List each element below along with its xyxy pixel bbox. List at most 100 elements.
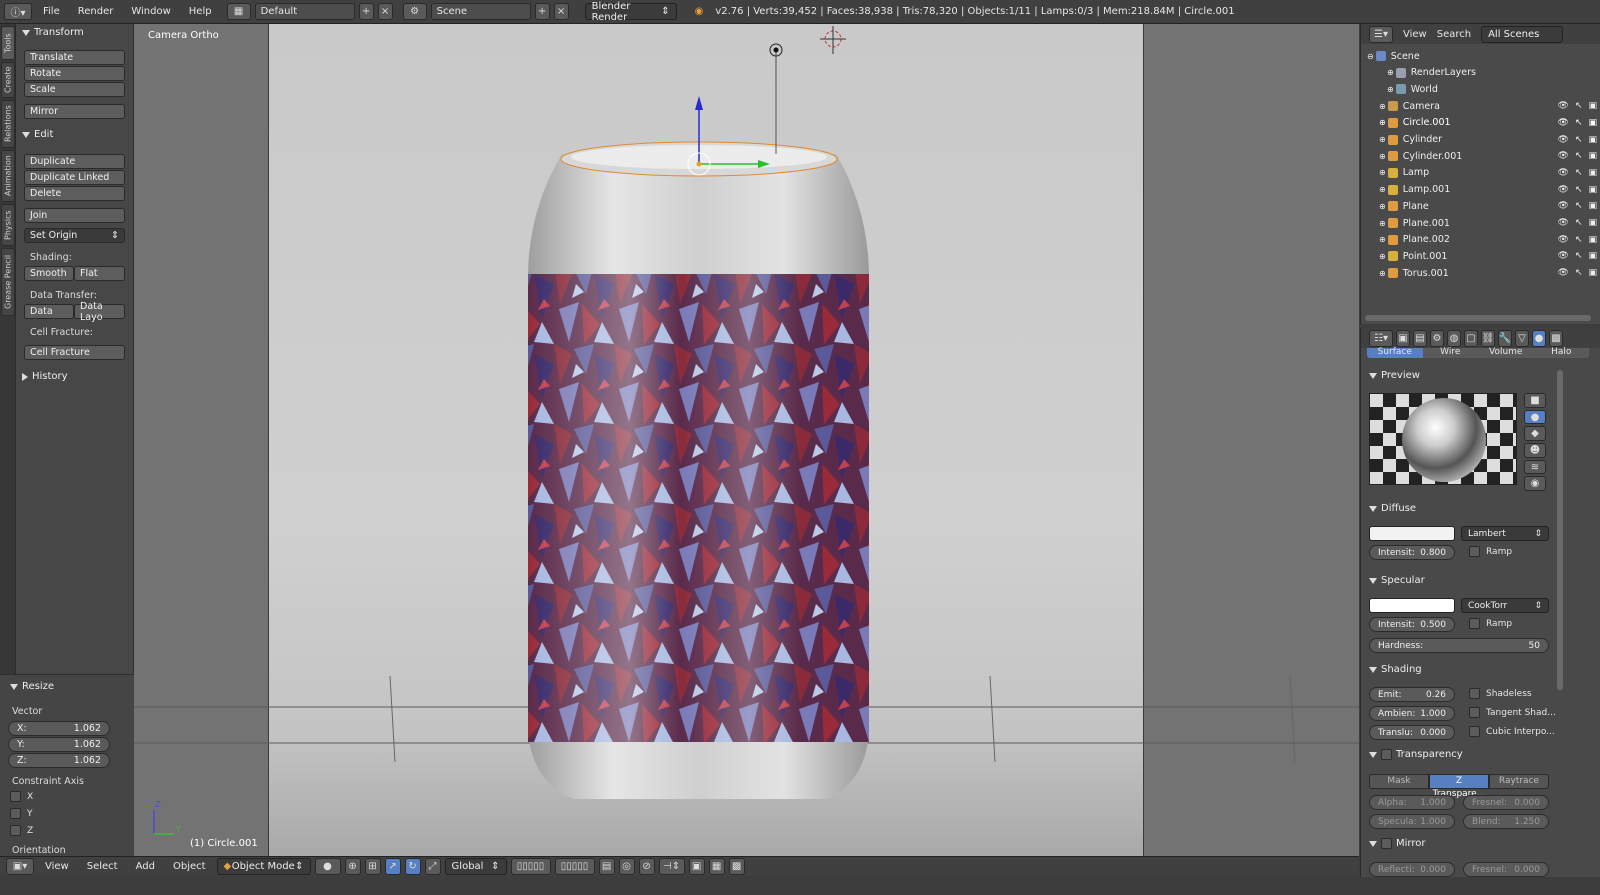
- outliner-item-plane-001[interactable]: ⊕ Plane.001 👁 ↖ ▣: [1361, 215, 1600, 231]
- scale-button[interactable]: Scale: [24, 82, 125, 97]
- 3d-viewport[interactable]: Camera Ortho Z Y (1) Circle.001: [134, 24, 1359, 856]
- data-layout-button[interactable]: Data Layo: [74, 301, 125, 323]
- add-scene-icon[interactable]: +: [534, 3, 550, 20]
- editor-type-button[interactable]: ⓘ▾: [4, 3, 32, 20]
- outliner-item-camera[interactable]: ⊕ Camera 👁 ↖ ▣: [1361, 98, 1600, 114]
- editor-type-button[interactable]: ▣▾: [6, 858, 34, 875]
- snap-element-icon[interactable]: ⊣⇕: [658, 858, 685, 875]
- snap-icon[interactable]: ⊘: [638, 858, 655, 875]
- flat-button[interactable]: Flat: [74, 266, 125, 281]
- expand-toggle-icon[interactable]: ⊕: [1379, 168, 1386, 177]
- selectable-cursor-icon[interactable]: ↖: [1575, 151, 1583, 161]
- render-icon[interactable]: ▣: [688, 858, 705, 875]
- tab-halo[interactable]: Halo: [1533, 348, 1589, 358]
- resize-z-field[interactable]: Z: 1.062: [8, 753, 110, 768]
- translate-button[interactable]: Translate: [24, 50, 125, 65]
- outliner-item-point-001[interactable]: ⊕ Point.001 👁 ↖ ▣: [1361, 248, 1600, 264]
- outliner-search-menu[interactable]: Search: [1437, 29, 1471, 40]
- specular-panel-header[interactable]: Specular: [1369, 575, 1425, 586]
- menu-view[interactable]: View: [38, 861, 76, 872]
- tab-volume[interactable]: Volume: [1478, 348, 1534, 358]
- layout-icon[interactable]: ▦: [226, 3, 251, 20]
- scene-tab-icon[interactable]: ⚙: [1430, 329, 1444, 347]
- selectable-cursor-icon[interactable]: ↖: [1575, 185, 1583, 195]
- cubic-interp-checkbox[interactable]: Cubic Interpo...: [1469, 726, 1555, 737]
- reflectivity-field[interactable]: Reflecti: 0.000: [1369, 862, 1455, 877]
- data-tab-icon[interactable]: ▽: [1515, 329, 1529, 347]
- specular-shader-select[interactable]: CookTorr ⇕: [1461, 598, 1549, 613]
- render-camera-icon[interactable]: ▣: [1588, 201, 1597, 211]
- resize-panel-header[interactable]: Resize: [10, 681, 54, 692]
- selectable-cursor-icon[interactable]: ↖: [1575, 101, 1583, 111]
- expand-toggle-icon[interactable]: ⊕: [1379, 269, 1386, 278]
- tab-tools[interactable]: Tools: [1, 26, 15, 60]
- selectable-cursor-icon[interactable]: ↖: [1575, 118, 1583, 128]
- proportional-edit-icon[interactable]: ◎: [618, 858, 635, 875]
- visibility-eye-icon[interactable]: 👁: [1558, 218, 1569, 228]
- lock-layers-icon[interactable]: ▤: [598, 858, 615, 875]
- outliner-item-plane[interactable]: ⊕ Plane 👁 ↖ ▣: [1361, 198, 1600, 214]
- visibility-eye-icon[interactable]: 👁: [1558, 135, 1569, 145]
- rotate-manipulator-icon[interactable]: ↻: [404, 858, 421, 875]
- manipulator-toggle-icon[interactable]: ⊞: [364, 858, 381, 875]
- specular-color-swatch[interactable]: [1369, 598, 1455, 613]
- layers-tab-icon[interactable]: ▤: [1413, 329, 1427, 347]
- render-camera-icon[interactable]: ▣: [1588, 268, 1597, 278]
- translucency-field[interactable]: Translu: 0.000: [1369, 725, 1455, 740]
- ambient-field[interactable]: Ambien: 1.000: [1369, 706, 1455, 721]
- selectable-cursor-icon[interactable]: ↖: [1575, 201, 1583, 211]
- layers-icon-2[interactable]: ▯▯▯▯▯: [554, 858, 595, 875]
- layers-icon[interactable]: ▯▯▯▯▯: [510, 858, 551, 875]
- expand-toggle-icon[interactable]: ⊕: [1379, 152, 1386, 161]
- preview-monkey-icon[interactable]: ☻: [1524, 443, 1546, 458]
- mirror-checkbox[interactable]: [1381, 838, 1392, 849]
- remove-layout-icon[interactable]: ×: [377, 3, 393, 20]
- object-tab-icon[interactable]: ▢: [1464, 329, 1478, 347]
- render-animation-icon[interactable]: ▦: [708, 858, 725, 875]
- visibility-eye-icon[interactable]: 👁: [1558, 118, 1569, 128]
- expand-toggle-icon[interactable]: ⊕: [1379, 252, 1386, 261]
- selectable-cursor-icon[interactable]: ↖: [1575, 235, 1583, 245]
- mode-select[interactable]: ◆ Object Mode ⇕: [216, 858, 311, 875]
- resize-x-field[interactable]: X: 1.062: [8, 721, 110, 736]
- outliner-item-lamp-001[interactable]: ⊕ Lamp.001 👁 ↖ ▣: [1361, 182, 1600, 198]
- expand-toggle-icon[interactable]: ⊕: [1387, 68, 1394, 77]
- selectable-cursor-icon[interactable]: ↖: [1575, 268, 1583, 278]
- tab-relations[interactable]: Relations: [1, 100, 15, 148]
- texture-tab-icon[interactable]: ▩: [1549, 329, 1563, 347]
- menu-file[interactable]: File: [36, 6, 67, 17]
- menu-object[interactable]: Object: [166, 861, 213, 872]
- mirror-button[interactable]: Mirror: [24, 104, 125, 119]
- diffuse-ramp-checkbox[interactable]: Ramp: [1469, 546, 1512, 557]
- mask-option[interactable]: Mask: [1369, 774, 1429, 789]
- duplicate-button[interactable]: Duplicate: [24, 154, 125, 169]
- diffuse-shader-select[interactable]: Lambert ⇕: [1461, 526, 1549, 541]
- transparency-checkbox[interactable]: [1381, 749, 1392, 760]
- scene-icon[interactable]: ⚙: [402, 3, 427, 20]
- visibility-eye-icon[interactable]: 👁: [1558, 185, 1569, 195]
- menu-window[interactable]: Window: [124, 6, 177, 17]
- orientation-select[interactable]: Global ⇕: [444, 858, 507, 875]
- data-button[interactable]: Data: [24, 304, 74, 319]
- outliner-scrollbar[interactable]: [1365, 315, 1591, 321]
- menu-render[interactable]: Render: [71, 6, 121, 17]
- emit-field[interactable]: Emit: 0.26: [1369, 687, 1455, 702]
- z-transparency-option[interactable]: Z Transpare...: [1429, 774, 1489, 799]
- shadeless-checkbox[interactable]: Shadeless: [1469, 688, 1532, 699]
- render-tab-icon[interactable]: ▣: [1396, 329, 1410, 347]
- selectable-cursor-icon[interactable]: ↖: [1575, 168, 1583, 178]
- menu-select[interactable]: Select: [80, 861, 125, 872]
- fresnel-field[interactable]: Fresnel: 0.000: [1463, 795, 1549, 810]
- preview-hair-icon[interactable]: ≋: [1524, 459, 1546, 475]
- specular-ramp-checkbox[interactable]: Ramp: [1469, 618, 1512, 629]
- tab-grease-pencil[interactable]: Grease Pencil: [1, 248, 15, 316]
- render-camera-icon[interactable]: ▣: [1588, 151, 1597, 161]
- visibility-eye-icon[interactable]: 👁: [1558, 268, 1569, 278]
- menu-help[interactable]: Help: [182, 6, 219, 17]
- resize-y-field[interactable]: Y: 1.062: [8, 737, 110, 752]
- cell-fracture-button[interactable]: Cell Fracture: [24, 345, 125, 360]
- render-camera-icon[interactable]: ▣: [1588, 101, 1597, 111]
- hardness-field[interactable]: Hardness: 50: [1369, 638, 1549, 653]
- outliner-item-circle-001[interactable]: ⊕ Circle.001 👁 ↖ ▣: [1361, 115, 1600, 131]
- constraint-x-checkbox[interactable]: X: [10, 791, 33, 802]
